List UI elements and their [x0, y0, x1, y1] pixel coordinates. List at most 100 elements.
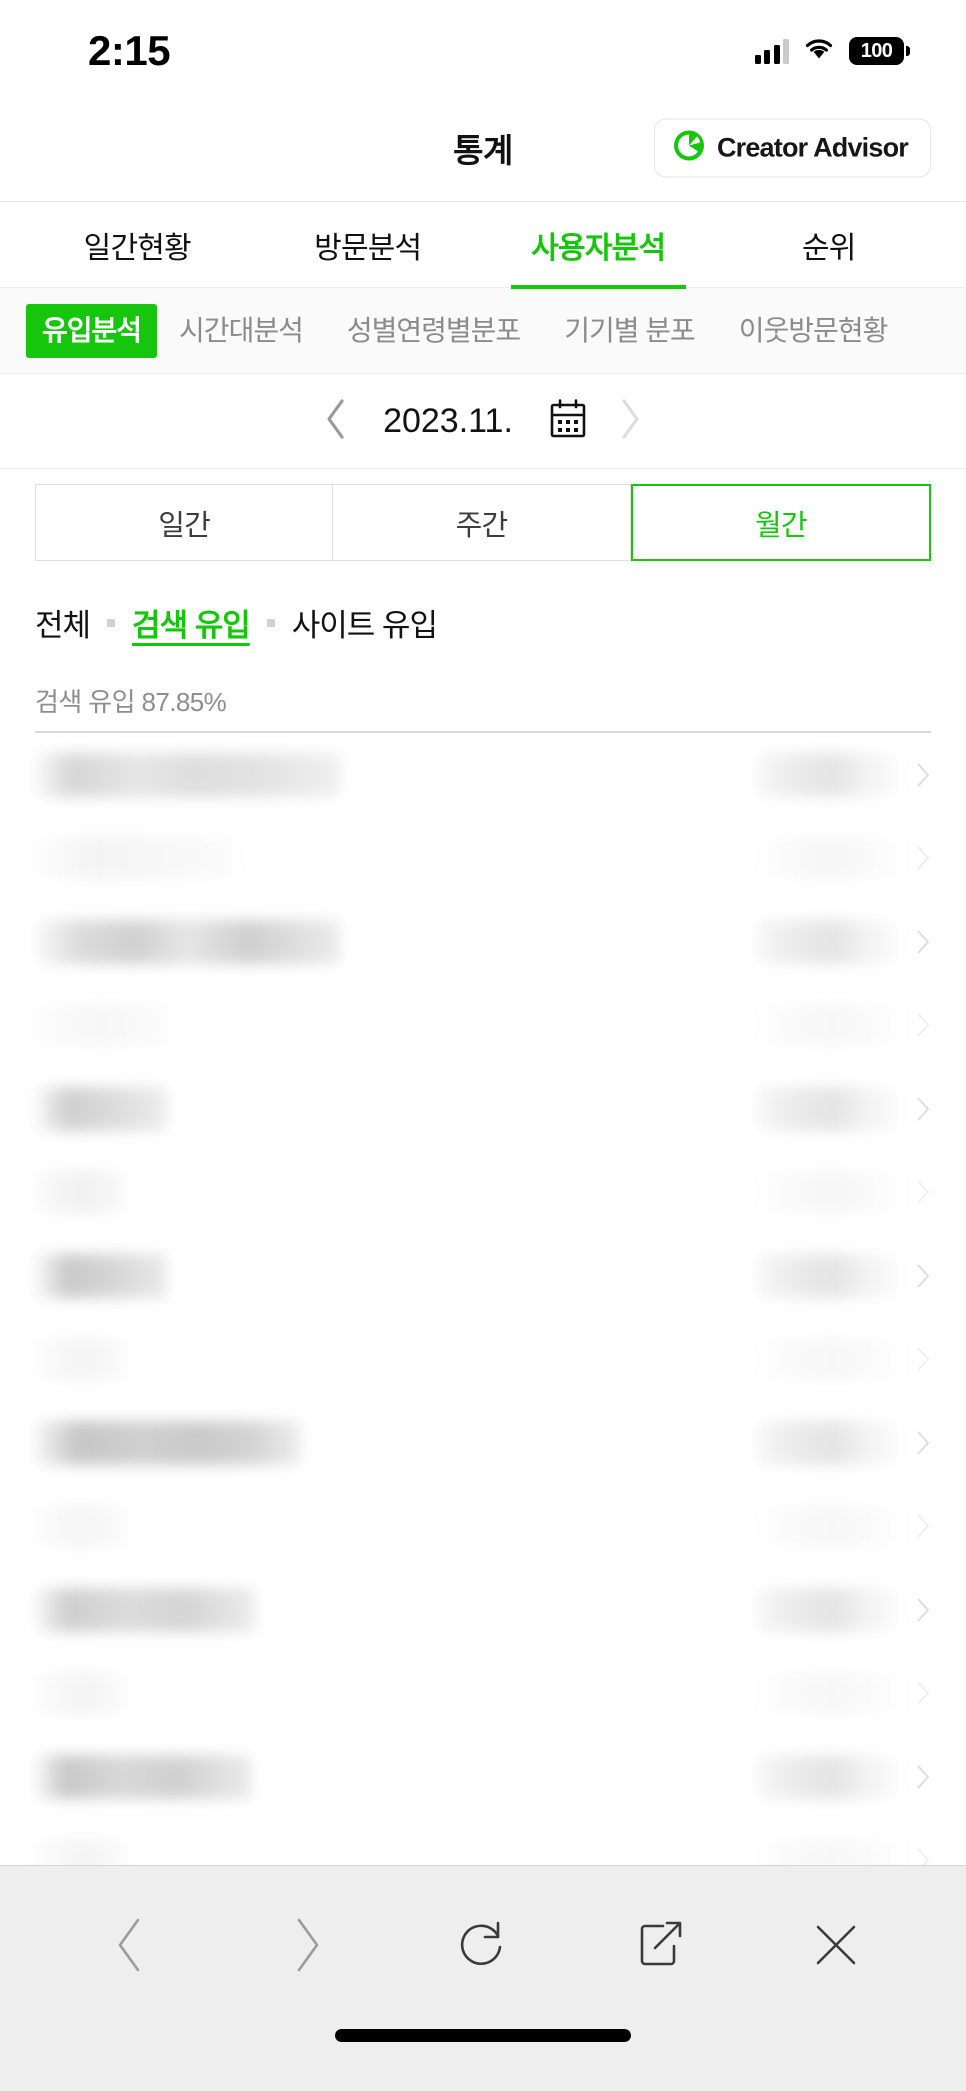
subtab-inflow-analysis[interactable]: 유입분석: [26, 303, 158, 358]
filter-site-inflow[interactable]: 사이트 유입: [292, 600, 438, 645]
chevron-right-small-icon: [917, 1347, 930, 1371]
subtab-device-distribution[interactable]: 기기별 분포: [542, 304, 717, 358]
main-tab-bar: 일간현황 방문분석 사용자분석 순위: [0, 202, 966, 289]
subtab-time-analysis[interactable]: 시간대분석: [157, 304, 325, 358]
table-row[interactable]: [35, 1318, 931, 1402]
tab-user-analysis[interactable]: 사용자분석: [483, 202, 714, 289]
tab-ranking[interactable]: 순위: [714, 202, 945, 287]
redacted-label: [35, 1086, 167, 1131]
redacted-label: [35, 1253, 167, 1298]
wifi-icon: [803, 35, 835, 66]
creator-advisor-button[interactable]: Creator Advisor: [653, 118, 931, 178]
table-row[interactable]: [35, 733, 931, 817]
browser-toolbar: [0, 1865, 966, 2023]
period-segmented-control-wrap: 일간 주간 월간: [0, 469, 966, 576]
forward-button[interactable]: [270, 1908, 344, 1982]
redacted-value: [767, 1170, 897, 1215]
status-time: 2:15: [88, 26, 171, 74]
inflow-list: [0, 731, 966, 1865]
table-row[interactable]: [35, 1652, 931, 1736]
table-row[interactable]: [35, 1067, 931, 1151]
subtab-gender-age-distribution[interactable]: 성별연령별분포: [325, 304, 542, 358]
table-row[interactable]: [35, 1234, 931, 1318]
back-button[interactable]: [93, 1908, 167, 1982]
filter-separator-dot: [266, 618, 275, 627]
chevron-right-small-icon: [917, 1848, 930, 1865]
cellular-signal-icon: [754, 38, 789, 64]
redacted-value: [767, 1337, 897, 1382]
chevron-right-small-icon: [917, 1598, 930, 1622]
filter-separator-dot: [107, 618, 116, 627]
chevron-right-small-icon: [917, 1514, 930, 1538]
inflow-filter-row: 전체 검색 유입 사이트 유입: [0, 576, 966, 669]
filter-search-inflow[interactable]: 검색 유입: [132, 600, 251, 645]
chevron-right-small-icon: [917, 1180, 930, 1204]
redacted-value: [767, 1504, 897, 1549]
table-row[interactable]: [35, 1151, 931, 1235]
segment-monthly[interactable]: 월간: [630, 484, 931, 561]
reload-button[interactable]: [446, 1908, 520, 1982]
redacted-label: [35, 1587, 255, 1632]
tab-visit-analysis[interactable]: 방문분석: [253, 202, 484, 287]
redacted-label: [35, 1671, 127, 1716]
redacted-label: [35, 1337, 127, 1382]
segment-daily[interactable]: 일간: [35, 484, 334, 561]
page-title: 통계: [453, 132, 513, 169]
subtab-neighbor-visits[interactable]: 이웃방문현황: [717, 304, 910, 358]
app-header: 통계 Creator Advisor: [0, 95, 966, 202]
redacted-value: [767, 1838, 897, 1865]
status-bar: 2:15 100: [0, 0, 966, 95]
date-navigator: 2023.11.: [0, 374, 966, 469]
battery-full-icon: 100: [849, 36, 910, 65]
redacted-label: [35, 752, 340, 797]
table-row[interactable]: [35, 984, 931, 1068]
home-indicator-bar: [335, 2029, 631, 2042]
home-indicator-area: [0, 2023, 966, 2091]
date-next-button[interactable]: [617, 397, 643, 446]
redacted-value: [757, 1420, 897, 1465]
table-row[interactable]: [35, 1735, 931, 1819]
redacted-value: [757, 1754, 897, 1799]
table-row[interactable]: [35, 900, 931, 984]
redacted-label: [35, 836, 233, 881]
redacted-label: [35, 1504, 127, 1549]
segment-weekly[interactable]: 주간: [333, 484, 631, 561]
table-row[interactable]: [35, 1568, 931, 1652]
chevron-right-small-icon: [917, 846, 930, 870]
redacted-value: [757, 752, 897, 797]
date-prev-button[interactable]: [323, 397, 349, 446]
chevron-right-small-icon: [917, 1013, 930, 1037]
redacted-value: [767, 1003, 897, 1048]
chevron-right-small-icon: [917, 763, 930, 787]
redacted-value: [757, 1587, 897, 1632]
period-segmented-control: 일간 주간 월간: [35, 484, 931, 561]
share-button[interactable]: [622, 1908, 696, 1982]
close-button[interactable]: [799, 1908, 873, 1982]
battery-percent: 100: [860, 39, 893, 62]
table-row[interactable]: [35, 1485, 931, 1569]
chevron-right-small-icon: [917, 1097, 930, 1121]
section-summary-label: 검색 유입 87.85%: [0, 669, 966, 731]
chevron-right-small-icon: [917, 930, 930, 954]
date-value: 2023.11.: [383, 401, 513, 440]
redacted-label: [35, 919, 340, 964]
redacted-label: [35, 1170, 127, 1215]
redacted-value: [757, 919, 897, 964]
table-row[interactable]: [35, 1401, 931, 1485]
chevron-right-small-icon: [917, 1264, 930, 1288]
filter-all[interactable]: 전체: [35, 600, 91, 645]
table-row[interactable]: [35, 1819, 931, 1865]
phone-screen: 2:15 100 통계 Creator Advisor 일간현황 방문분석 사용…: [0, 0, 966, 2091]
redacted-value: [757, 1086, 897, 1131]
redacted-label: [35, 1838, 127, 1865]
creator-advisor-label: Creator Advisor: [716, 132, 909, 163]
chevron-right-small-icon: [917, 1765, 930, 1789]
creator-advisor-logo-icon: [673, 130, 705, 167]
chevron-right-small-icon: [917, 1431, 930, 1455]
table-row[interactable]: [35, 817, 931, 901]
redacted-value: [757, 1253, 897, 1298]
calendar-icon[interactable]: [547, 398, 587, 444]
status-indicators: 100: [754, 35, 910, 66]
sub-tab-bar[interactable]: 유입분석 시간대분석 성별연령별분포 기기별 분포 이웃방문현황: [0, 288, 966, 374]
tab-daily-status[interactable]: 일간현황: [22, 202, 253, 287]
